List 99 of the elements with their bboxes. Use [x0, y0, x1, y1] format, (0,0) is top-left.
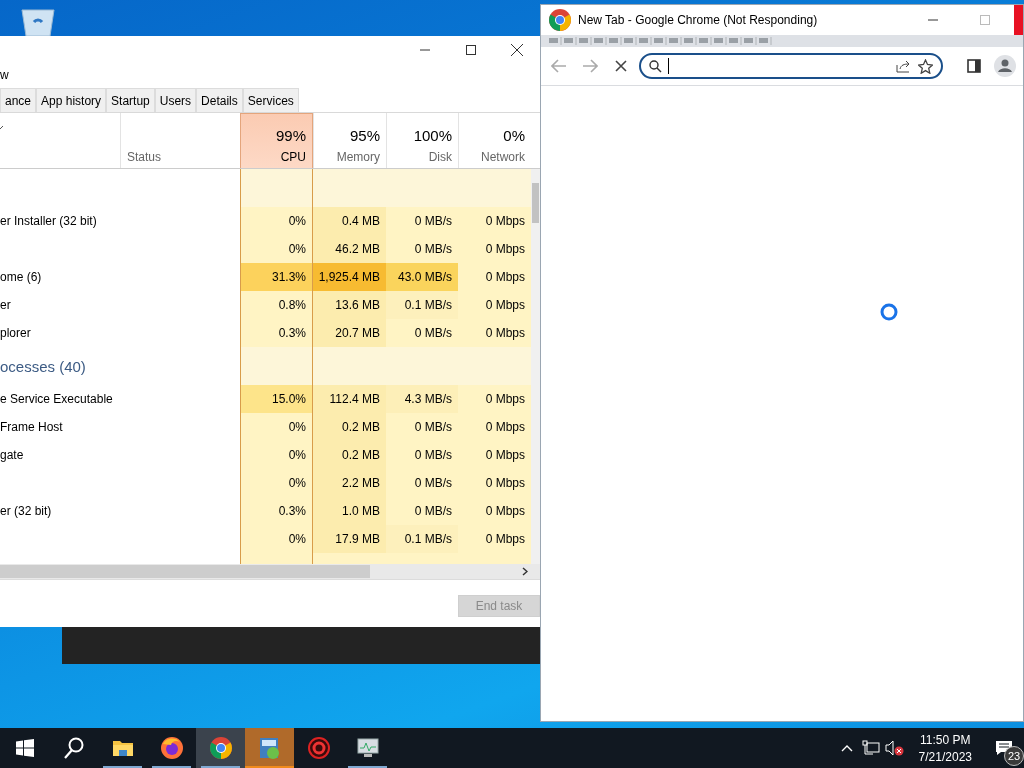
table-cell: 2.2 MB	[313, 469, 386, 497]
column-header[interactable]: 100% Disk	[386, 113, 458, 168]
table-cell: 0 MB/s	[386, 469, 458, 497]
table-cell: 0%	[240, 235, 313, 263]
table-cell: 0.4 MB	[313, 207, 386, 235]
table-cell: 0 MB/s	[386, 497, 458, 525]
notifications-button[interactable]: 23	[984, 728, 1024, 768]
table-cell: 0%	[240, 469, 313, 497]
window-title: New Tab - Google Chrome (Not Responding)	[578, 13, 819, 27]
network-icon	[861, 740, 880, 756]
table-cell: 0 Mbps	[458, 207, 531, 235]
installer-icon	[258, 736, 281, 760]
group-header[interactable]: ocesses (40)	[0, 357, 86, 375]
table-cell: 0 Mbps	[458, 235, 531, 263]
table-cell: 0.8%	[240, 291, 313, 319]
table-cell: 0%	[240, 525, 313, 553]
notification-count: 23	[1004, 746, 1024, 766]
back-arrow-icon	[551, 59, 568, 73]
clock[interactable]: 11:50 PM 7/21/2023	[906, 732, 984, 764]
table-cell: 4.3 MB/s	[386, 385, 458, 413]
table-cell: 17.9 MB	[313, 525, 386, 553]
vertical-scrollbar[interactable]	[531, 169, 540, 564]
maximize-icon	[466, 45, 476, 55]
table-cell: 0.3%	[240, 319, 313, 347]
forward-arrow-icon	[582, 59, 599, 73]
table-cell: 0 Mbps	[458, 469, 531, 497]
folder-icon	[111, 739, 134, 757]
table-cell: 0 MB/s	[386, 441, 458, 469]
process-name[interactable]: Frame Host	[0, 420, 63, 434]
table-cell: 0.1 MB/s	[386, 525, 458, 553]
tab[interactable]: App history	[36, 88, 107, 112]
chevron-right-icon[interactable]	[522, 567, 528, 576]
table-cell: 0.1 MB/s	[386, 291, 458, 319]
tab[interactable]: ance	[0, 88, 37, 112]
column-header[interactable]: Status	[127, 150, 162, 164]
table-cell: 112.4 MB	[313, 385, 386, 413]
table-cell: 1.0 MB	[313, 497, 386, 525]
table-cell: 0 MB/s	[386, 207, 458, 235]
column-header[interactable]: 99% CPU	[240, 113, 313, 168]
chevron-up-icon	[840, 744, 853, 752]
chrome-icon	[208, 736, 233, 760]
profile-button[interactable]	[992, 53, 1017, 79]
column-header[interactable]: 0% Network	[458, 113, 531, 168]
table-cell: 0 MB/s	[386, 319, 458, 347]
star-icon[interactable]	[918, 58, 934, 74]
search-icon	[649, 59, 663, 73]
table-cell: 0%	[240, 441, 313, 469]
process-name[interactable]: gate	[0, 448, 24, 462]
recycle-bin-icon[interactable]	[18, 6, 58, 36]
menu-item[interactable]: w	[0, 68, 9, 82]
table-cell: 0%	[240, 413, 313, 441]
process-name[interactable]: ome (6)	[0, 270, 42, 284]
table-cell: 0 Mbps	[458, 525, 531, 553]
tab[interactable]: Startup	[106, 88, 155, 112]
profile-icon	[993, 55, 1016, 77]
windows-logo-icon	[15, 739, 34, 757]
gear-icon	[307, 737, 330, 759]
table-cell: 31.3%	[240, 263, 313, 291]
process-name[interactable]: er Installer (32 bit)	[0, 214, 97, 228]
tab[interactable]: Details	[196, 88, 243, 112]
tab[interactable]: Services	[242, 88, 299, 112]
table-cell: 43.0 MB/s	[386, 263, 458, 291]
taskbar-app[interactable]	[196, 728, 245, 768]
table-cell: 15.0%	[240, 385, 313, 413]
close-icon	[615, 60, 627, 72]
chrome-icon	[548, 8, 572, 32]
sort-caret-icon	[0, 125, 5, 130]
table-cell: 1,925.4 MB	[313, 263, 386, 291]
loading-spinner	[879, 302, 899, 322]
column-header[interactable]: 95% Memory	[313, 113, 386, 168]
table-cell: 46.2 MB	[313, 235, 386, 263]
close-icon	[511, 44, 523, 56]
monitor-icon	[355, 737, 380, 759]
table-cell: 0.2 MB	[313, 441, 386, 469]
table-cell: 0 Mbps	[458, 385, 531, 413]
table-cell: 0.2 MB	[313, 413, 386, 441]
process-name[interactable]: er	[0, 298, 11, 312]
side-panel-icon	[966, 59, 981, 73]
address-bar[interactable]	[639, 53, 944, 79]
table-cell: 0 Mbps	[458, 319, 531, 347]
table-cell: 13.6 MB	[313, 291, 386, 319]
table-cell: 0 MB/s	[386, 235, 458, 263]
firefox-icon	[159, 736, 184, 760]
table-cell: 0 MB/s	[386, 413, 458, 441]
horizontal-scrollbar[interactable]	[0, 564, 540, 579]
table-cell: 0%	[240, 207, 313, 235]
table-cell: 0 Mbps	[458, 413, 531, 441]
maximize-icon	[980, 15, 990, 25]
table-cell: 0 Mbps	[458, 263, 531, 291]
table-cell: 0 Mbps	[458, 291, 531, 319]
process-name[interactable]: plorer	[0, 326, 31, 340]
process-name[interactable]: er (32 bit)	[0, 504, 52, 518]
table-cell: 20.7 MB	[313, 319, 386, 347]
search-icon	[63, 737, 84, 759]
table-cell: 0 Mbps	[458, 441, 531, 469]
table-cell: 0 Mbps	[458, 497, 531, 525]
tab[interactable]: Users	[154, 88, 197, 112]
process-name[interactable]: e Service Executable	[0, 392, 113, 406]
table-cell: 0.3%	[240, 497, 313, 525]
